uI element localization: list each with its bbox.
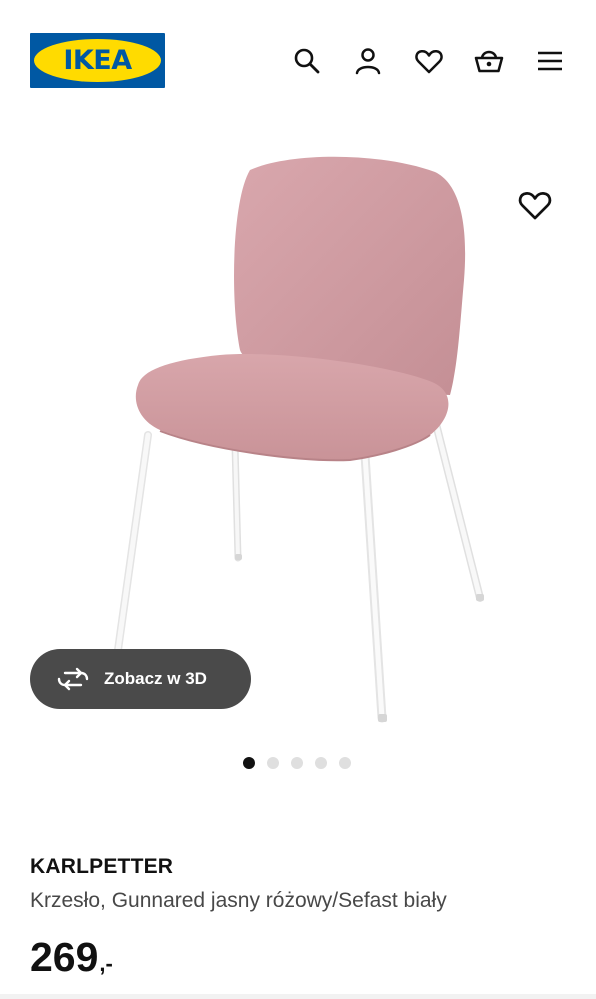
price-integer: 269 xyxy=(30,934,99,980)
rotate-icon xyxy=(56,667,90,691)
carousel-dot[interactable] xyxy=(267,757,279,769)
carousel-dot[interactable] xyxy=(339,757,351,769)
ikea-logo[interactable]: IKEA xyxy=(30,33,165,88)
carousel-dot[interactable] xyxy=(243,757,255,769)
product-name: KARLPETTER xyxy=(30,855,174,878)
carousel-dot[interactable] xyxy=(291,757,303,769)
favorite-heart-icon[interactable] xyxy=(516,186,554,224)
logo-text: IKEA xyxy=(63,45,132,76)
carousel-dot[interactable] xyxy=(315,757,327,769)
view-in-3d-label: Zobacz w 3D xyxy=(104,669,207,688)
search-icon[interactable] xyxy=(291,45,323,77)
product-description: Krzesło, Gunnared jasny różowy/Sefast bi… xyxy=(30,889,447,912)
heart-icon[interactable] xyxy=(413,45,445,77)
menu-icon[interactable] xyxy=(534,45,566,77)
bottom-divider xyxy=(0,994,596,999)
top-navigation-bar: IKEA xyxy=(0,0,596,120)
product-image-gallery[interactable]: Zobacz w 3D xyxy=(0,120,596,800)
carousel-pagination xyxy=(243,757,351,769)
product-price: 269 ,- xyxy=(30,934,113,981)
user-icon[interactable] xyxy=(352,45,384,77)
price-decimal: ,- xyxy=(99,951,113,976)
basket-icon[interactable] xyxy=(473,45,505,77)
view-in-3d-button[interactable]: Zobacz w 3D xyxy=(30,649,251,709)
